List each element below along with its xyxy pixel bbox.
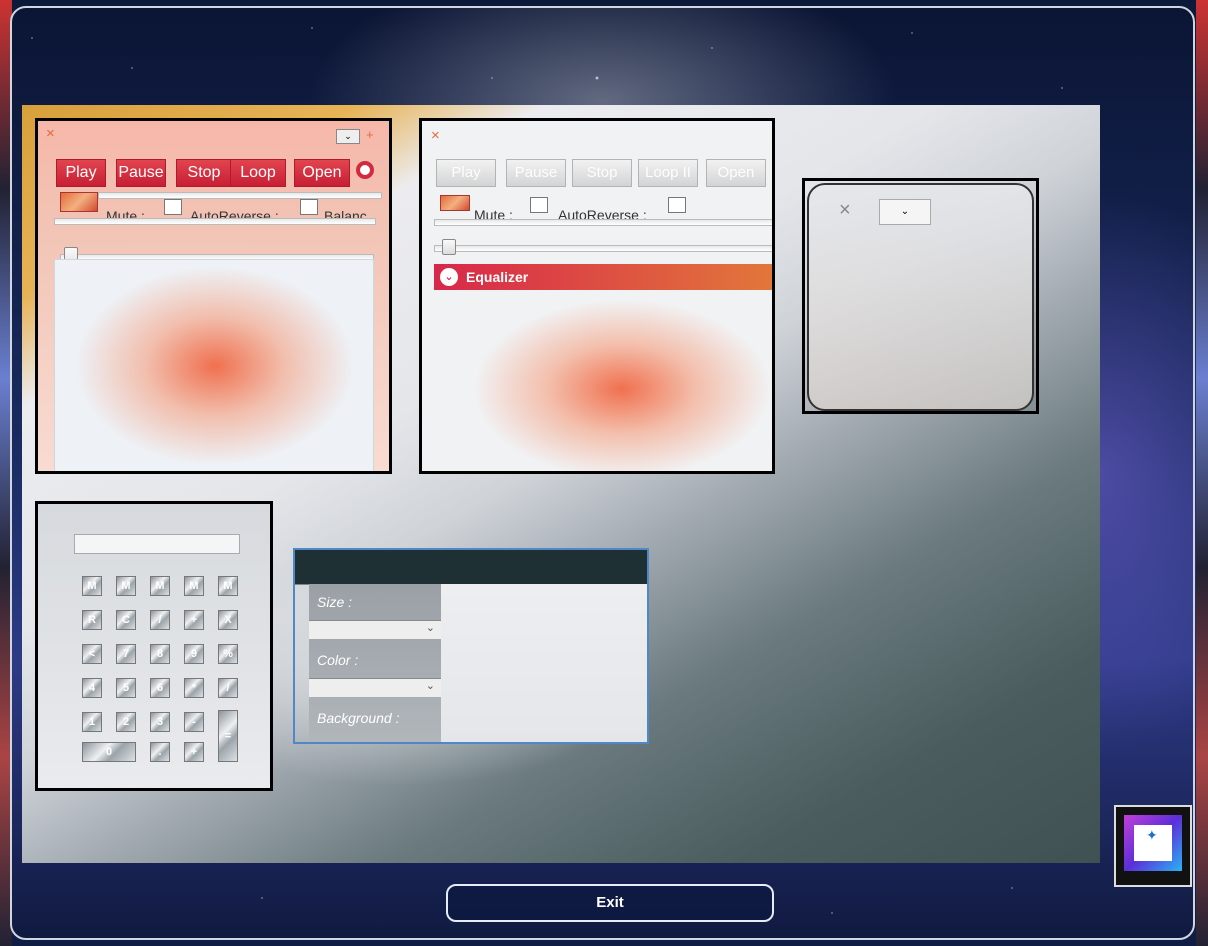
color-select[interactable]: ⌄ — [309, 678, 441, 697]
desktop-right-edge — [1196, 0, 1208, 946]
autoreverse-checkbox[interactable] — [300, 199, 318, 215]
exit-button[interactable]: Exit — [446, 884, 774, 922]
key-mplus[interactable]: M — [184, 576, 204, 596]
key-reciprocal[interactable]: / — [218, 678, 238, 698]
font-settings-panel: Size : ⌄ Color : ⌄ Background : — [293, 548, 649, 744]
visualizer-glow — [75, 266, 355, 466]
record-icon[interactable] — [356, 161, 374, 179]
stop-button[interactable]: Stop — [176, 159, 232, 187]
pause-button-disabled[interactable]: Pause — [506, 159, 566, 187]
play-button-disabled[interactable]: Play — [436, 159, 496, 187]
key-multiply[interactable]: * — [184, 678, 204, 698]
size-select[interactable]: ⌄ — [309, 620, 441, 639]
key-9[interactable]: 9 — [184, 644, 204, 664]
open-button[interactable]: Open — [294, 159, 350, 187]
small-window: × ⌄ — [802, 178, 1039, 414]
calculator-display[interactable] — [74, 534, 240, 554]
key-divide[interactable]: / — [150, 610, 170, 630]
volume-swatch[interactable] — [60, 192, 98, 212]
seek-thumb[interactable] — [442, 239, 456, 255]
media-player-window-2: × Play Pause Stop Loop II Open Mute : Au… — [419, 118, 775, 474]
play-button[interactable]: Play — [56, 159, 106, 187]
key-4[interactable]: 4 — [82, 678, 102, 698]
star-icon: ✦ — [1146, 827, 1158, 843]
options-column: Size : ⌄ Color : ⌄ Background : — [309, 584, 441, 742]
dropdown-select[interactable]: ⌄ — [879, 199, 931, 225]
calculator-window: M M M M M R C / + X < 7 8 9 % 4 5 6 * / … — [35, 501, 273, 791]
equalizer-label: Equalizer — [466, 269, 529, 285]
close-icon[interactable]: × — [46, 125, 55, 142]
key-1[interactable]: 1 — [82, 712, 102, 732]
key-percent[interactable]: % — [218, 644, 238, 664]
mute-checkbox[interactable] — [164, 199, 182, 215]
key-decimal[interactable]: . — [150, 742, 170, 762]
key-equals[interactable]: = — [218, 710, 238, 762]
loop-button-disabled[interactable]: Loop II — [638, 159, 698, 187]
autoreverse-checkbox[interactable] — [668, 197, 686, 213]
key-8[interactable]: 8 — [150, 644, 170, 664]
volume-swatch[interactable] — [440, 195, 470, 211]
key-mr[interactable]: M — [116, 576, 136, 596]
key-0[interactable]: 0 — [82, 742, 136, 762]
logo-frame: ✦ — [1124, 815, 1182, 871]
key-6[interactable]: 6 — [150, 678, 170, 698]
close-icon[interactable]: × — [431, 127, 440, 144]
dropdown-button[interactable]: ⌄ — [336, 129, 360, 144]
key-sqrt[interactable]: X — [218, 610, 238, 630]
key-mc[interactable]: M — [82, 576, 102, 596]
balance-track[interactable] — [54, 218, 376, 225]
key-minus[interactable]: - — [184, 712, 204, 732]
key-c[interactable]: C — [116, 610, 136, 630]
chevron-down-icon: ⌄ — [425, 622, 435, 634]
chevron-down-icon: ⌄ — [425, 680, 435, 692]
chevron-down-icon[interactable]: ⌄ — [440, 268, 458, 286]
loop-button[interactable]: Loop — [230, 159, 286, 187]
volume-track[interactable] — [98, 192, 382, 199]
pause-button[interactable]: Pause — [116, 159, 166, 187]
balance-track[interactable] — [434, 219, 772, 226]
key-7[interactable]: 7 — [116, 644, 136, 664]
equalizer-header[interactable]: ⌄ Equalizer — [434, 264, 772, 290]
font-preview-area — [441, 584, 647, 742]
color-label: Color : — [317, 652, 359, 668]
key-back[interactable]: < — [82, 644, 102, 664]
mute-checkbox[interactable] — [530, 197, 548, 213]
key-mminus[interactable]: M — [218, 576, 238, 596]
size-label: Size : — [317, 594, 353, 610]
seek-track[interactable] — [434, 245, 772, 252]
video-area — [54, 259, 374, 471]
logo-tile: ✦ — [1134, 825, 1172, 861]
plus-icon[interactable]: + — [366, 127, 374, 142]
rounded-panel: × ⌄ — [807, 183, 1034, 411]
key-plus[interactable]: + — [184, 742, 204, 762]
open-button-disabled[interactable]: Open — [706, 159, 766, 187]
equalizer-glow — [472, 299, 772, 471]
background-label: Background : — [317, 710, 400, 726]
stop-button-disabled[interactable]: Stop — [572, 159, 632, 187]
calculator-keypad: M M M M M R C / + X < 7 8 9 % 4 5 6 * / … — [78, 574, 248, 764]
key-2[interactable]: 2 — [116, 712, 136, 732]
media-player-window-1: × ⌄ + Play Pause Stop Loop Open Mute : A… — [35, 118, 392, 474]
key-5[interactable]: 5 — [116, 678, 136, 698]
app-logo: ✦ — [1114, 805, 1192, 887]
key-r[interactable]: R — [82, 610, 102, 630]
key-plusminus[interactable]: + — [184, 610, 204, 630]
key-3[interactable]: 3 — [150, 712, 170, 732]
key-ms[interactable]: M — [150, 576, 170, 596]
close-icon[interactable]: × — [839, 199, 851, 222]
